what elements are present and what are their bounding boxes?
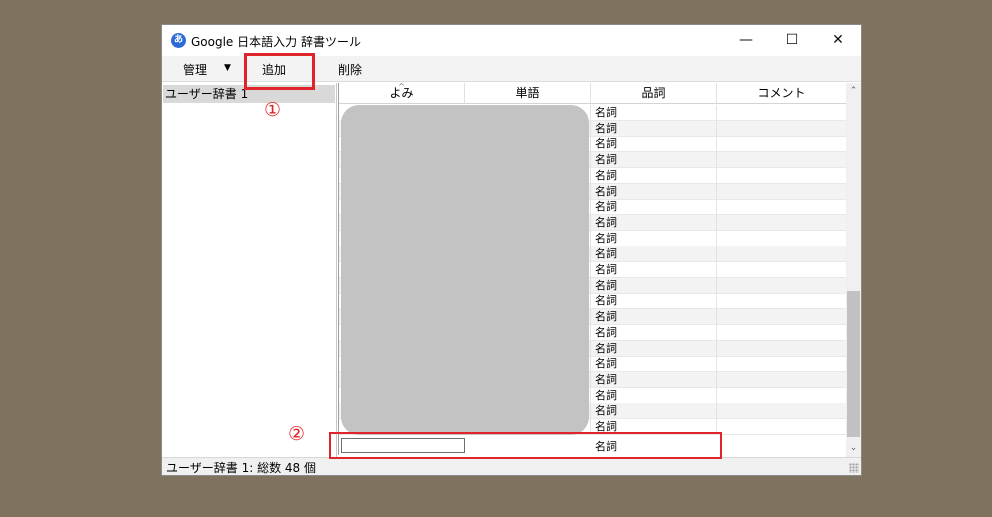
google-ime-app-icon: あ — [171, 33, 186, 48]
comment-cell[interactable] — [717, 293, 846, 309]
part-of-speech-cell[interactable]: 名詞 — [591, 293, 717, 310]
scroll-up-arrow-icon[interactable]: ⌃ — [846, 83, 861, 100]
dictionary-list: ユーザー辞書 1 — [162, 83, 337, 457]
comment-cell[interactable] — [717, 105, 846, 121]
comment-cell[interactable] — [717, 388, 846, 404]
part-of-speech-cell[interactable]: 名詞 — [591, 387, 717, 404]
dictionary-tool-window: あ Google 日本語入力 辞書ツール — ☐ ✕ 管理 ▼ 追加 削除 ユー… — [161, 24, 862, 476]
column-header-reading[interactable]: ^ よみ — [339, 83, 465, 104]
annotation-marker-1: ① — [264, 99, 282, 121]
part-of-speech-cell[interactable]: 名詞 — [591, 262, 717, 278]
scroll-thumb[interactable] — [847, 291, 860, 437]
part-of-speech-cell[interactable]: 名詞 — [591, 183, 717, 200]
part-of-speech-cell[interactable]: 名詞 — [591, 152, 717, 169]
column-header-part-of-speech[interactable]: 品詞 — [591, 83, 717, 104]
vertical-scrollbar[interactable]: ⌃ ⌄ — [846, 83, 861, 457]
part-of-speech-cell[interactable]: 名詞 — [591, 371, 717, 388]
comment-cell[interactable] — [717, 215, 846, 231]
window-title: Google 日本語入力 辞書ツール — [191, 35, 361, 49]
comment-cell[interactable] — [717, 419, 846, 435]
part-of-speech-cell[interactable]: 名詞 — [591, 214, 717, 231]
word-table: ^ よみ 単語 品詞 コメント 名詞 名詞 名詞 名詞 名詞 名詞 名詞 名詞 名詞 名詞 名詞 名詞… — [338, 83, 846, 455]
sort-ascending-icon: ^ — [398, 83, 405, 91]
part-of-speech-cell[interactable]: 名詞 — [591, 199, 717, 216]
title-bar[interactable]: あ Google 日本語入力 辞書ツール — ☐ ✕ — [162, 25, 861, 56]
part-of-speech-cell[interactable]: 名詞 — [591, 120, 717, 137]
close-button[interactable]: ✕ — [815, 25, 861, 56]
column-header-comment[interactable]: コメント — [717, 83, 846, 104]
highlight-add-button — [244, 53, 315, 90]
status-text: ユーザー辞書 1: 総数 48 個 — [166, 461, 316, 475]
comment-cell[interactable] — [717, 372, 846, 388]
part-of-speech-cell[interactable]: 名詞 — [591, 167, 717, 184]
part-of-speech-cell[interactable]: 名詞 — [591, 356, 717, 373]
comment-cell[interactable] — [717, 278, 846, 294]
scroll-down-arrow-icon[interactable]: ⌄ — [846, 440, 861, 457]
comment-cell[interactable] — [717, 136, 846, 152]
part-of-speech-cell[interactable]: 名詞 — [591, 230, 717, 247]
part-of-speech-cell[interactable]: 名詞 — [591, 309, 717, 326]
highlight-new-entry-row — [329, 432, 722, 459]
delete-button[interactable]: 削除 — [338, 61, 362, 78]
maximize-button[interactable]: ☐ — [769, 25, 815, 56]
comment-cell[interactable] — [717, 341, 846, 357]
annotation-marker-2: ② — [288, 423, 306, 445]
redacted-area — [341, 105, 589, 435]
comment-cell[interactable] — [717, 184, 846, 200]
column-header-word[interactable]: 単語 — [465, 83, 591, 104]
status-bar: ユーザー辞書 1: 総数 48 個 — [162, 457, 861, 475]
part-of-speech-cell[interactable]: 名詞 — [591, 136, 717, 153]
comment-cell[interactable] — [717, 325, 846, 341]
comment-cell[interactable] — [717, 246, 846, 262]
comment-cell[interactable] — [717, 356, 846, 372]
comment-cell[interactable] — [717, 262, 846, 278]
part-of-speech-cell[interactable]: 名詞 — [591, 403, 717, 420]
manage-menu-button[interactable]: 管理 — [183, 61, 207, 78]
dropdown-arrow-icon[interactable]: ▼ — [224, 63, 231, 73]
comment-cell[interactable] — [717, 152, 846, 168]
resize-grip-icon[interactable] — [849, 463, 859, 473]
part-of-speech-cell[interactable]: 名詞 — [591, 277, 717, 294]
part-of-speech-cell[interactable]: 名詞 — [591, 324, 717, 341]
part-of-speech-cell[interactable]: 名詞 — [591, 246, 717, 263]
comment-cell[interactable] — [717, 403, 846, 419]
comment-cell[interactable] — [717, 231, 846, 247]
part-of-speech-cell[interactable]: 名詞 — [591, 340, 717, 357]
comment-cell[interactable] — [717, 121, 846, 137]
comment-cell[interactable] — [717, 309, 846, 325]
comment-cell[interactable] — [717, 199, 846, 215]
comment-cell[interactable] — [717, 168, 846, 184]
part-of-speech-cell[interactable]: 名詞 — [591, 105, 717, 121]
minimize-button[interactable]: — — [723, 25, 769, 56]
